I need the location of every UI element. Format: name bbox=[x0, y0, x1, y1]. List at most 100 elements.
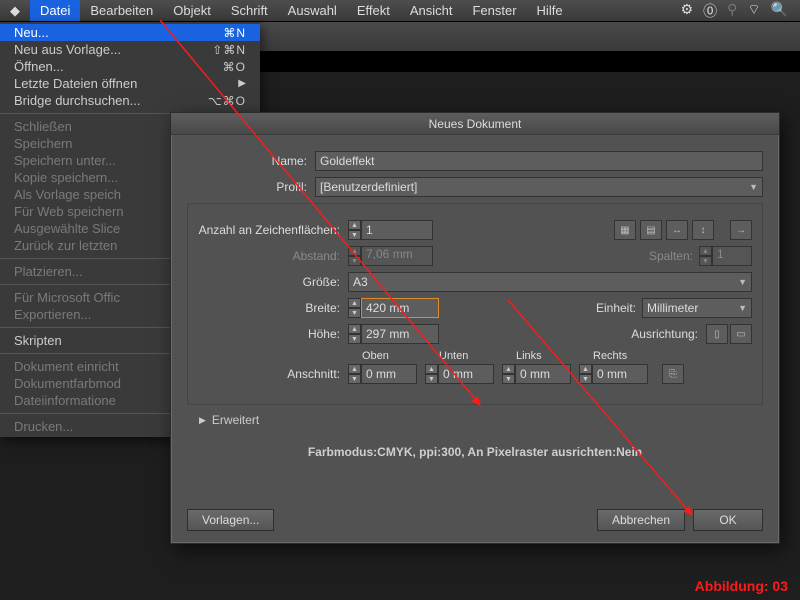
mode-summary: Farbmodus:CMYK, ppi:300, An Pixelraster … bbox=[187, 445, 763, 459]
menu-item-label: Zurück zur letzten bbox=[14, 238, 117, 253]
size-label: Größe: bbox=[198, 275, 348, 289]
submenu-arrow-icon: ▶ bbox=[238, 78, 246, 89]
bleed-right-label: Rechts bbox=[579, 350, 627, 362]
bleed-left-input[interactable] bbox=[515, 364, 571, 384]
link-bleed-icon[interactable]: ⎘ bbox=[662, 364, 684, 384]
spotlight-icon[interactable]: 🔍 bbox=[771, 1, 788, 21]
menu-auswahl[interactable]: Auswahl bbox=[278, 0, 347, 21]
menu-item[interactable]: Neu aus Vorlage...⇧⌘N bbox=[0, 41, 260, 58]
menu-item-label: Dateiinformatione bbox=[14, 393, 116, 408]
artboards-stepper[interactable]: ▲▼ bbox=[348, 220, 433, 240]
menu-item-label: Neu... bbox=[14, 25, 49, 40]
menu-item-label: Platzieren... bbox=[14, 264, 83, 279]
size-value: A3 bbox=[353, 275, 368, 289]
bleed-left-stepper[interactable]: ▲▼ bbox=[502, 364, 571, 384]
menu-schrift[interactable]: Schrift bbox=[221, 0, 278, 21]
bluetooth-icon[interactable]: ⚲ bbox=[727, 1, 737, 21]
menu-item[interactable]: Bridge durchsuchen... ⌥⌘O bbox=[0, 92, 260, 109]
figure-caption: Abbildung: 03 bbox=[695, 578, 788, 594]
profile-select[interactable]: [Benutzerdefiniert] ▼ bbox=[315, 177, 763, 197]
dialog-buttonbar: Vorlagen... Abbrechen OK bbox=[187, 509, 763, 531]
menu-effekt[interactable]: Effekt bbox=[347, 0, 400, 21]
advanced-label: Erweitert bbox=[212, 413, 259, 427]
shortcut-label: ⌘N bbox=[223, 26, 246, 40]
advanced-toggle[interactable]: ▶ Erweitert bbox=[199, 413, 763, 427]
size-select[interactable]: A3 ▼ bbox=[348, 272, 752, 292]
columns-value: 1 bbox=[712, 246, 752, 266]
menu-item[interactable]: Neu... ⌘N bbox=[0, 24, 260, 41]
bleed-top-input[interactable] bbox=[361, 364, 417, 384]
bleed-bottom-label: Unten bbox=[425, 350, 468, 362]
bleed-bottom-stepper[interactable]: ▲▼ bbox=[425, 364, 494, 384]
name-label: Name: bbox=[187, 154, 315, 168]
chevron-down-icon: ▼ bbox=[749, 182, 758, 192]
menu-item-label: Speichern unter... bbox=[14, 153, 116, 168]
width-input[interactable] bbox=[361, 298, 439, 318]
profile-label: Profil: bbox=[187, 180, 315, 194]
menu-apple[interactable]: ◆ bbox=[0, 0, 30, 21]
menu-item-label: Dokumentfarbmod bbox=[14, 376, 121, 391]
bleed-top-stepper[interactable]: ▲▼ bbox=[348, 364, 417, 384]
grid-by-row-icon[interactable]: ▦ bbox=[614, 220, 636, 240]
triangle-right-icon: ▶ bbox=[199, 415, 206, 426]
row-rtl-icon[interactable]: ↕ bbox=[692, 220, 714, 240]
menu-item-label: Ausgewählte Slice bbox=[14, 221, 120, 236]
shortcut-label: ⌥⌘O bbox=[208, 94, 246, 108]
menu-item-label: Bridge durchsuchen... bbox=[14, 93, 140, 108]
cancel-button[interactable]: Abbrechen bbox=[597, 509, 685, 531]
menu-datei[interactable]: Datei bbox=[30, 0, 80, 21]
width-stepper[interactable]: ▲▼ bbox=[348, 298, 439, 318]
chevron-down-icon: ▼ bbox=[738, 277, 747, 287]
menu-item-label: Für Microsoft Offic bbox=[14, 290, 120, 305]
spacing-value: 7,06 mm bbox=[361, 246, 433, 266]
menu-bearbeiten[interactable]: Bearbeiten bbox=[80, 0, 163, 21]
artboards-label: Anzahl an Zeichenflächen: bbox=[198, 223, 348, 237]
landscape-icon[interactable]: ▭ bbox=[730, 324, 752, 344]
menu-hilfe[interactable]: Hilfe bbox=[527, 0, 573, 21]
menu-item-label: Skripten bbox=[14, 333, 62, 348]
status-icons: ⚙︎ ⓪ ⚲ ⌔ 🔍 bbox=[681, 1, 800, 21]
shortcut-label: ⇧⌘N bbox=[212, 43, 246, 57]
menu-ansicht[interactable]: Ansicht bbox=[400, 0, 463, 21]
height-stepper[interactable]: ▲▼ bbox=[348, 324, 439, 344]
bleed-right-input[interactable] bbox=[592, 364, 648, 384]
arrow-right-icon[interactable]: → bbox=[730, 220, 752, 240]
menu-objekt[interactable]: Objekt bbox=[163, 0, 221, 21]
unit-select[interactable]: Millimeter ▼ bbox=[642, 298, 752, 318]
menu-item-label: Für Web speichern bbox=[14, 204, 124, 219]
chevron-down-icon: ▼ bbox=[738, 303, 747, 313]
width-label: Breite: bbox=[198, 301, 348, 315]
bleed-grid: Oben ▲▼ Unten ▲▼ Links ▲▼ Rechts ▲▼ bbox=[348, 350, 684, 384]
menu-item[interactable]: Öffnen... ⌘O bbox=[0, 58, 260, 75]
sync-icon[interactable]: ⓪ bbox=[703, 1, 717, 21]
extension-icon[interactable]: ⚙︎ bbox=[681, 1, 694, 21]
app-logo-icon: ◆ bbox=[10, 3, 20, 19]
grid-by-col-icon[interactable]: ▤ bbox=[640, 220, 662, 240]
new-document-dialog: Neues Dokument Name: Profil: [Benutzerde… bbox=[170, 112, 780, 544]
shortcut-label: ⌘O bbox=[223, 60, 246, 74]
portrait-icon[interactable]: ▯ bbox=[706, 324, 728, 344]
name-input[interactable] bbox=[315, 151, 763, 171]
spacing-label: Abstand: bbox=[198, 249, 348, 263]
bleed-right-stepper[interactable]: ▲▼ bbox=[579, 364, 648, 384]
artboards-input[interactable] bbox=[361, 220, 433, 240]
row-ltr-icon[interactable]: ↔ bbox=[666, 220, 688, 240]
menu-item-label: Letzte Dateien öffnen bbox=[14, 76, 137, 91]
dialog-title: Neues Dokument bbox=[171, 113, 779, 135]
bleed-bottom-input[interactable] bbox=[438, 364, 494, 384]
menu-item[interactable]: Letzte Dateien öffnen ▶ bbox=[0, 75, 260, 92]
templates-button[interactable]: Vorlagen... bbox=[187, 509, 274, 531]
menu-item-label: Öffnen... bbox=[14, 59, 64, 74]
menu-item-label: Exportieren... bbox=[14, 307, 91, 322]
bleed-top-label: Oben bbox=[348, 350, 389, 362]
menu-item-label: Als Vorlage speich bbox=[14, 187, 121, 202]
wifi-icon[interactable]: ⌔ bbox=[747, 1, 760, 21]
ok-button[interactable]: OK bbox=[693, 509, 763, 531]
menu-item-label: Schließen bbox=[14, 119, 72, 134]
document-settings-group: Anzahl an Zeichenflächen: ▲▼ ▦ ▤ ↔ ↕ → A… bbox=[187, 203, 763, 405]
menu-fenster[interactable]: Fenster bbox=[462, 0, 526, 21]
bleed-left-label: Links bbox=[502, 350, 542, 362]
height-input[interactable] bbox=[361, 324, 439, 344]
unit-value: Millimeter bbox=[647, 301, 698, 315]
columns-label: Spalten: bbox=[649, 249, 699, 263]
